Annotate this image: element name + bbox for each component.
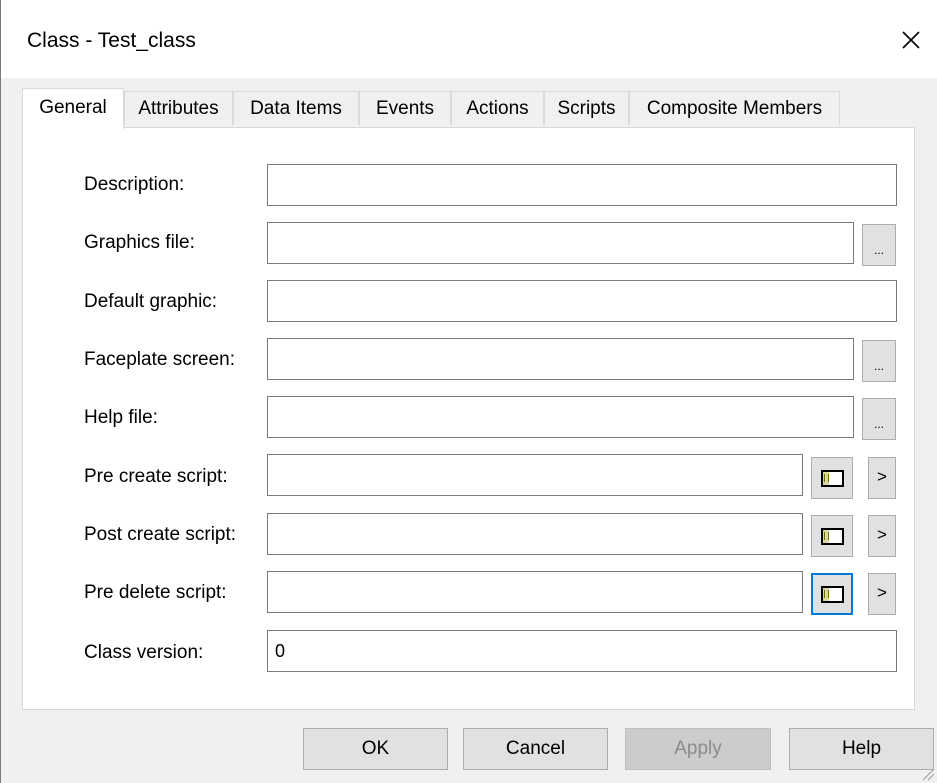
post-create-script-edit-button[interactable] bbox=[811, 515, 853, 557]
script-editor-icon bbox=[821, 470, 844, 487]
apply-button[interactable]: Apply bbox=[625, 728, 771, 770]
pre-create-script-field[interactable] bbox=[267, 454, 803, 496]
cancel-button[interactable]: Cancel bbox=[463, 728, 608, 770]
faceplate-screen-label: Faceplate screen: bbox=[84, 349, 236, 370]
tab-general[interactable]: General bbox=[22, 88, 124, 129]
tab-label: Events bbox=[375, 98, 435, 119]
tab-label: Actions bbox=[466, 98, 529, 119]
pre-delete-script-edit-button[interactable] bbox=[811, 573, 853, 615]
help-file-field[interactable] bbox=[267, 396, 854, 438]
window-title: Class - Test_class bbox=[27, 29, 196, 52]
close-icon bbox=[902, 31, 920, 49]
tab-actions[interactable]: Actions bbox=[451, 91, 544, 125]
graphics-file-browse-button[interactable]: ... bbox=[862, 224, 896, 266]
faceplate-screen-field[interactable] bbox=[267, 338, 854, 380]
tab-label: Scripts bbox=[557, 98, 616, 119]
ok-button[interactable]: OK bbox=[303, 728, 448, 770]
class-version-label: Class version: bbox=[84, 642, 204, 663]
help-button[interactable]: Help bbox=[789, 728, 934, 770]
tab-composite-members[interactable]: Composite Members bbox=[629, 91, 840, 125]
tab-data-items[interactable]: Data Items bbox=[233, 91, 359, 125]
description-label: Description: bbox=[84, 174, 185, 195]
script-editor-icon bbox=[821, 586, 844, 603]
help-file-label: Help file: bbox=[84, 407, 158, 428]
resize-grip-icon[interactable] bbox=[920, 766, 935, 781]
pre-create-script-edit-button[interactable] bbox=[811, 457, 853, 499]
tab-scripts[interactable]: Scripts bbox=[544, 91, 629, 125]
title-bar: Class - Test_class bbox=[1, 0, 937, 78]
pre-create-script-label: Pre create script: bbox=[84, 466, 228, 487]
tab-attributes[interactable]: Attributes bbox=[124, 91, 233, 125]
tab-label: Data Items bbox=[250, 98, 342, 119]
close-button[interactable] bbox=[886, 15, 937, 65]
default-graphic-label: Default graphic: bbox=[84, 291, 218, 312]
script-editor-icon bbox=[821, 528, 844, 545]
help-file-browse-button[interactable]: ... bbox=[862, 398, 896, 440]
pre-delete-script-arrow-button[interactable]: > bbox=[868, 573, 896, 615]
post-create-script-arrow-button[interactable]: > bbox=[868, 515, 896, 557]
tab-events[interactable]: Events bbox=[359, 91, 451, 125]
description-field[interactable] bbox=[267, 164, 897, 206]
tab-label: General bbox=[39, 97, 107, 118]
tab-label: Composite Members bbox=[646, 98, 823, 119]
graphics-file-field[interactable] bbox=[267, 222, 854, 264]
post-create-script-field[interactable] bbox=[267, 513, 803, 555]
graphics-file-label: Graphics file: bbox=[84, 232, 195, 253]
faceplate-screen-browse-button[interactable]: ... bbox=[862, 340, 896, 382]
window-border bbox=[0, 0, 1, 783]
post-create-script-label: Post create script: bbox=[84, 524, 237, 545]
tab-label: Attributes bbox=[138, 98, 219, 119]
pre-delete-script-field[interactable] bbox=[267, 571, 803, 613]
class-version-field[interactable] bbox=[267, 630, 897, 672]
pre-create-script-arrow-button[interactable]: > bbox=[868, 457, 896, 499]
pre-delete-script-label: Pre delete script: bbox=[84, 582, 227, 603]
default-graphic-field[interactable] bbox=[267, 280, 897, 322]
